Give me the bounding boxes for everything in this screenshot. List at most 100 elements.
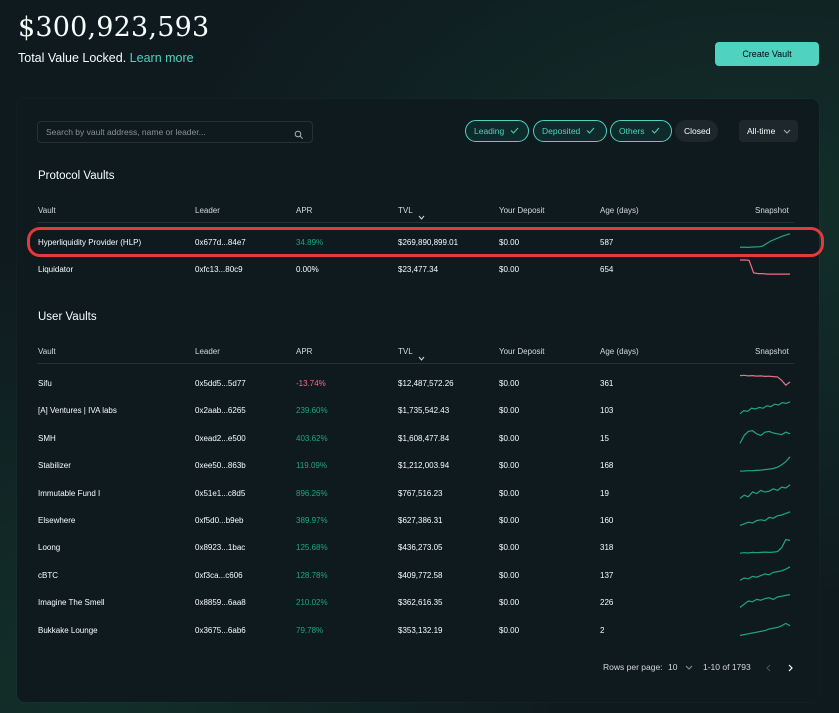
cell-vault[interactable]: Imagine The Smell [38, 598, 105, 607]
cell-leader: 0xfc13...80c9 [195, 265, 243, 274]
filter-leading-label: Leading [474, 126, 505, 136]
cell-tvl: $12,487,572.26 [398, 379, 454, 388]
cell-apr: 389.97% [296, 516, 328, 525]
cell-apr: 896.26% [296, 488, 328, 498]
user-vaults-title: User Vaults [38, 311, 97, 323]
cell-vault[interactable]: SMH [38, 434, 56, 443]
user-col-tvl[interactable]: TVL [398, 347, 413, 356]
snapshot-sparkline [739, 566, 791, 581]
user-col-snapshot: Snapshot [755, 347, 789, 356]
snapshot-sparkline [739, 374, 791, 387]
cell-deposit: $0.00 [499, 598, 520, 608]
header-divider [37, 363, 794, 364]
check-icon [510, 126, 519, 136]
cell-tvl: $409,772.58 [398, 570, 443, 580]
cell-age: 19 [600, 488, 609, 498]
cell-age: 226 [600, 598, 614, 608]
chevron-down-icon [783, 126, 791, 136]
cell-vault[interactable]: Liquidator [38, 265, 73, 274]
cell-apr: 128.78% [296, 570, 328, 580]
chevron-right-icon [788, 664, 794, 674]
sparkline-path [739, 456, 791, 472]
snapshot-sparkline [739, 429, 791, 444]
filter-deposited-label: Deposited [542, 126, 581, 136]
cell-age: 168 [600, 461, 614, 471]
cell-tvl: $436,273.05 [398, 543, 443, 553]
cell-age: 103 [600, 406, 614, 416]
filter-leading[interactable]: Leading [465, 120, 529, 142]
sparkline-path [739, 401, 791, 415]
cell-vault[interactable]: Immutable Fund I [38, 489, 100, 498]
check-icon [586, 126, 595, 136]
cell-leader: 0xead2...e500 [195, 433, 246, 443]
learn-more-link[interactable]: Learn more [130, 51, 194, 65]
cell-deposit: $0.00 [499, 516, 520, 525]
filter-closed[interactable]: Closed [675, 120, 718, 142]
cell-age: 160 [600, 516, 614, 525]
cell-vault[interactable]: Elsewhere [38, 516, 75, 525]
cell-leader: 0x51e1...c8d5 [195, 488, 246, 498]
cell-vault[interactable]: Sifu [38, 379, 52, 388]
cell-deposit: $0.00 [499, 488, 520, 498]
sparkline-path [739, 539, 791, 555]
sparkline-path [739, 594, 791, 609]
protocol-col-your-deposit: Your Deposit [499, 206, 545, 215]
vaults-panel: Leading Deposited Others Closed All-time… [17, 99, 824, 702]
cell-apr: 79.78% [296, 625, 324, 635]
snapshot-sparkline [739, 511, 791, 526]
protocol-col-tvl[interactable]: TVL [398, 206, 413, 215]
cell-vault[interactable]: cBTC [38, 571, 58, 580]
cell-tvl: $362,616.35 [398, 598, 443, 608]
chevron-left-icon [765, 664, 771, 674]
cell-age: 318 [600, 543, 614, 553]
cell-leader: 0x5dd5...5d77 [195, 379, 246, 388]
filter-others[interactable]: Others [610, 120, 672, 142]
protocol-col-snapshot: Snapshot [755, 206, 789, 215]
snapshot-sparkline [740, 259, 790, 275]
user-col-leader: Leader [195, 347, 220, 356]
protocol-col-apr: APR [296, 206, 313, 215]
cell-vault[interactable]: Loong [38, 543, 60, 552]
protocol-col-leader: Leader [195, 206, 220, 215]
tvl-amount: $300,923,593 [18, 12, 210, 43]
highlight-annotation [27, 227, 824, 257]
cell-apr: 0.00% [296, 265, 319, 274]
time-range-select[interactable]: All-time [739, 120, 798, 142]
cell-age: 137 [600, 570, 614, 580]
cell-vault[interactable]: [A] Ventures | IVA labs [38, 406, 117, 415]
cell-tvl: $23,477.34 [398, 265, 439, 274]
protocol-vaults-title: Protocol Vaults [38, 170, 115, 182]
sparkline-path [739, 622, 791, 636]
sparkline-path [739, 566, 791, 581]
rows-per-page-select[interactable]: 10 [668, 662, 693, 672]
create-vault-button[interactable]: Create Vault [715, 42, 819, 66]
cell-age: 2 [600, 625, 605, 635]
user-col-vault: Vault [38, 347, 56, 356]
cell-tvl: $1,735,542.43 [398, 406, 450, 416]
cell-leader: 0x2aab...6265 [195, 406, 246, 416]
cell-deposit: $0.00 [499, 570, 520, 580]
cell-apr: 403.62% [296, 433, 328, 443]
chevron-down-icon [685, 662, 693, 672]
filter-deposited[interactable]: Deposited [533, 120, 607, 142]
snapshot-sparkline [739, 401, 791, 415]
cell-vault[interactable]: Stabilizer [38, 461, 71, 470]
cell-leader: 0xf5d0...b9eb [195, 516, 244, 525]
filter-others-label: Others [619, 126, 645, 136]
next-page-button[interactable] [788, 664, 794, 674]
search-input[interactable] [38, 122, 288, 142]
cell-deposit: $0.00 [499, 625, 520, 635]
snapshot-sparkline [739, 456, 791, 472]
rows-per-page-label: Rows per page: [603, 662, 663, 672]
snapshot-sparkline [739, 483, 791, 499]
cell-tvl: $353,132.19 [398, 625, 443, 635]
prev-page-button[interactable] [765, 664, 771, 674]
cell-deposit: $0.00 [499, 265, 520, 274]
cell-tvl: $627,386.31 [398, 516, 443, 525]
protocol-col-vault: Vault [38, 206, 56, 215]
cell-age: 654 [600, 265, 614, 274]
cell-vault[interactable]: Bukkake Lounge [38, 626, 98, 635]
cell-deposit: $0.00 [499, 406, 520, 416]
sparkline-path [739, 511, 791, 526]
rows-per-page-value: 10 [668, 662, 678, 672]
